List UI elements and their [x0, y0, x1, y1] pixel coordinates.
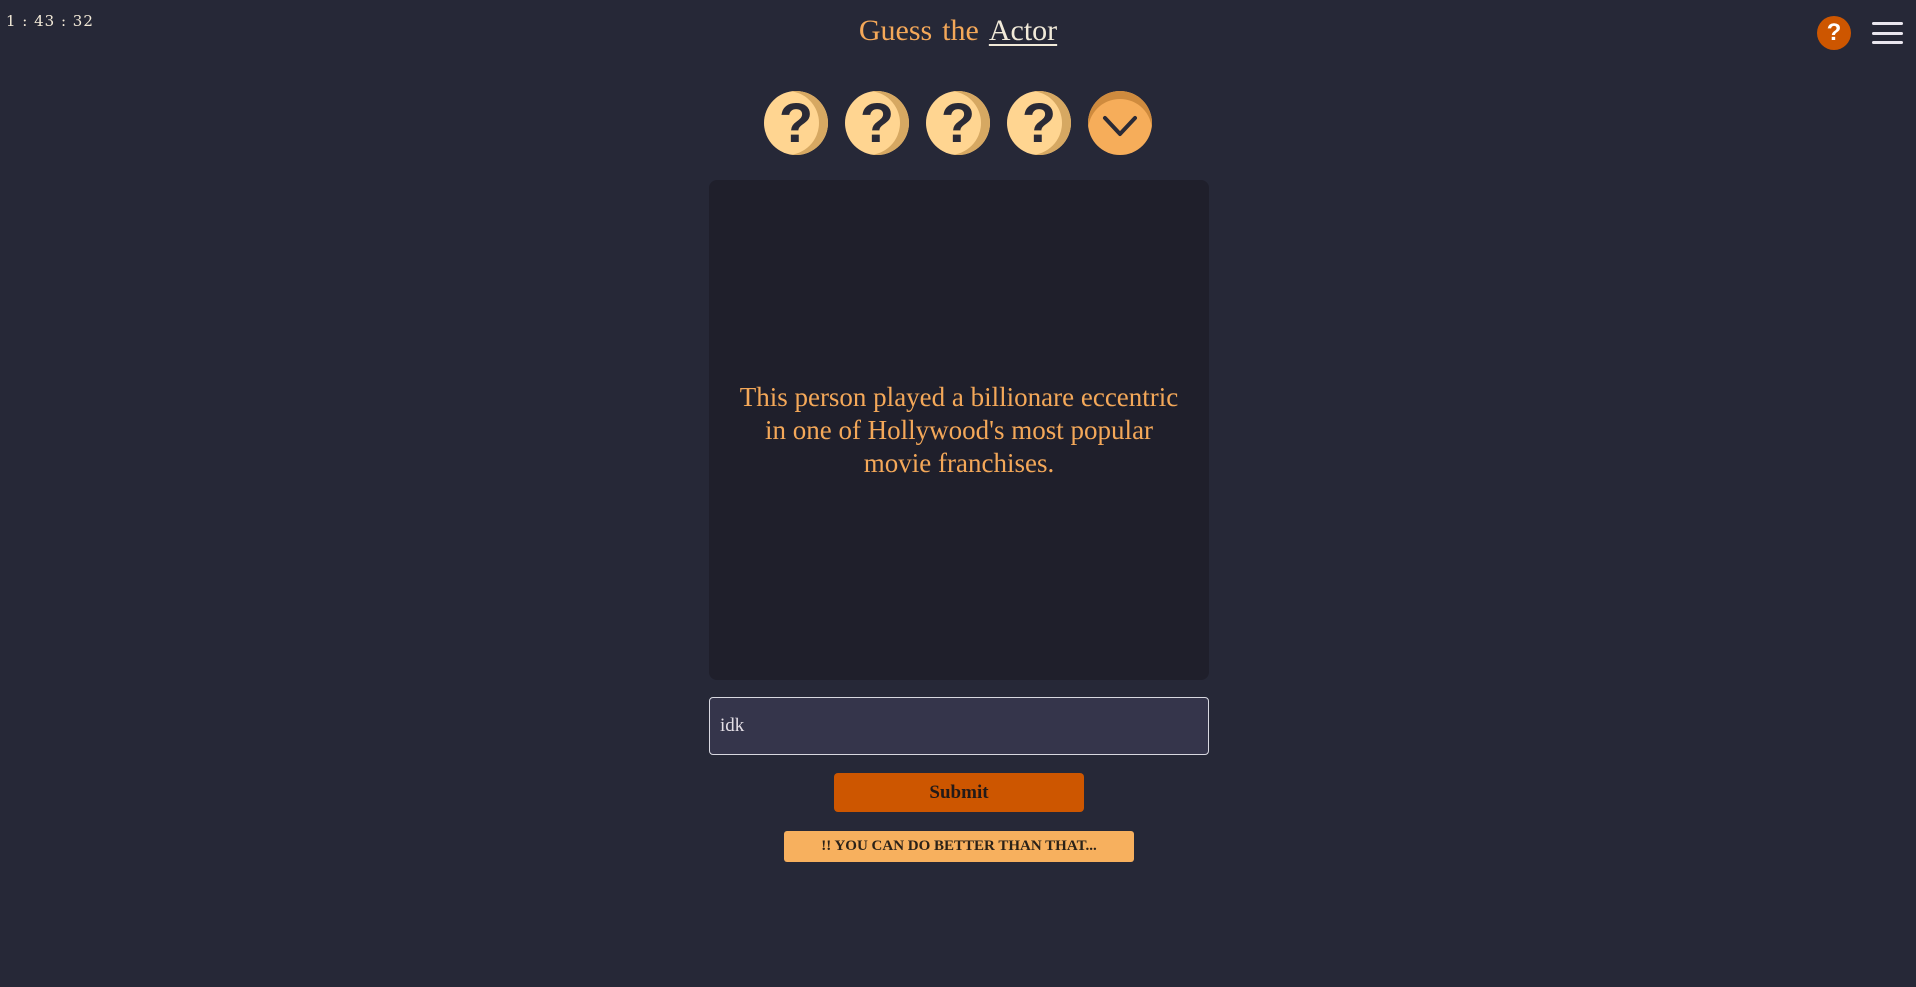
title-word-the: the: [942, 14, 979, 47]
clue-text: This person played a billionare eccentri…: [739, 381, 1179, 478]
help-icon: ?: [1826, 19, 1842, 46]
question-mark-icon: ?: [1021, 91, 1057, 154]
hint-button-5-active[interactable]: [1088, 91, 1152, 155]
hint-button-2[interactable]: ?: [845, 91, 909, 155]
clue-card: This person played a billionare eccentri…: [709, 180, 1209, 680]
guess-input[interactable]: [709, 697, 1209, 755]
hint-button-1[interactable]: ?: [764, 91, 828, 155]
page-title: Guess the Actor: [0, 14, 1916, 48]
menu-button[interactable]: [1872, 22, 1903, 44]
question-mark-icon: ?: [859, 91, 895, 154]
title-word-guess: Guess: [858, 14, 933, 47]
hint-button-3[interactable]: ?: [926, 91, 990, 155]
hamburger-icon-bar: [1872, 22, 1903, 25]
hint-selector: ? ? ? ?: [0, 91, 1916, 155]
hint-button-4[interactable]: ?: [1007, 91, 1071, 155]
submit-button[interactable]: Submit: [834, 773, 1084, 812]
hamburger-icon-bar: [1872, 31, 1903, 35]
title-accent-actor[interactable]: Actor: [989, 14, 1057, 47]
chevron-down-icon: [1103, 116, 1137, 136]
help-button[interactable]: ?: [1817, 16, 1851, 50]
feedback-message: !! YOU CAN DO BETTER THAN THAT...: [784, 831, 1134, 862]
question-mark-icon: ?: [940, 91, 976, 154]
question-mark-icon: ?: [778, 91, 814, 154]
hamburger-icon-bar: [1872, 41, 1903, 44]
